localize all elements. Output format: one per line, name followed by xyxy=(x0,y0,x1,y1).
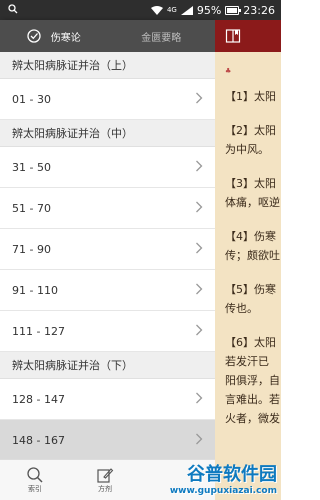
article-line: 【3】太阳 xyxy=(225,177,276,190)
reader-toolbar xyxy=(215,20,281,52)
chapter-range-label: 31 - 50 xyxy=(12,160,51,174)
article-line: 阳俱浮，自 xyxy=(225,374,280,387)
chevron-right-icon xyxy=(195,160,203,175)
chapter-range-label: 111 - 127 xyxy=(12,324,65,338)
clock: 23:26 xyxy=(243,3,275,17)
article-paragraph: 【1】太阳 xyxy=(225,87,281,106)
article-line: 【2】太阳 xyxy=(225,124,276,137)
article-paragraph: 【2】太阳为中风。 xyxy=(225,121,281,159)
nav-index[interactable]: 索引 xyxy=(0,460,70,500)
check-circle-icon xyxy=(27,29,41,43)
article-paragraph: 【4】伤寒传；颇欲吐 xyxy=(225,227,281,265)
reader-pane: ♣ 【1】太阳【2】太阳为中风。【3】太阳体痛，呕逆【4】伤寒传；颇欲吐【5】伤… xyxy=(215,20,281,500)
section-header: 辨太阳病脉证并治（下） xyxy=(0,352,215,379)
article-line: 传也。 xyxy=(225,302,258,315)
chapter-range-label: 51 - 70 xyxy=(12,201,51,215)
chevron-right-icon xyxy=(195,433,203,448)
article-line: 火者，微发 xyxy=(225,412,280,425)
watermark-logo: 谷普软件园 www.gupuxiazai.com xyxy=(141,460,281,500)
edit-icon xyxy=(97,468,114,483)
chapter-row[interactable]: 91 - 110 xyxy=(0,270,215,311)
status-bar: 4G 95% 23:26 xyxy=(0,0,281,20)
nav-label: 方剂 xyxy=(98,485,112,493)
article-line: 传；颇欲吐 xyxy=(225,249,280,262)
article-line: 为中风。 xyxy=(225,143,269,156)
chevron-right-icon xyxy=(195,242,203,257)
article-paragraph: 【6】太阳若发汗已阳俱浮，自言难出。若火者，微发 xyxy=(225,333,281,428)
article-line: 【5】伤寒 xyxy=(225,283,276,296)
chapter-row[interactable]: 31 - 50 xyxy=(0,147,215,188)
network-label: 4G xyxy=(166,6,177,14)
chapter-range-label: 128 - 147 xyxy=(12,392,65,406)
tab-label: 金匮要略 xyxy=(141,32,182,44)
chapter-row[interactable]: 128 - 147 xyxy=(0,379,215,420)
chapter-list[interactable]: 辨太阳病脉证并治（上） 01 - 30 辨太阳病脉证并治（中） 31 - 50 51 -… xyxy=(0,52,215,461)
article-line: 【1】太阳 xyxy=(225,90,276,103)
chapter-range-label: 148 - 167 xyxy=(12,433,65,447)
signal-icon xyxy=(180,5,193,15)
navigation-drawer: 伤寒论 金匮要略 辨太阳病脉证并治（上） 01 - 30 辨太阳病脉证并治（中） 31… xyxy=(0,20,215,500)
article-line: 言难出。若 xyxy=(225,393,280,406)
section-header: 辨太阳病脉证并治（上） xyxy=(0,52,215,79)
article-line: 【4】伤寒 xyxy=(225,230,276,243)
wifi-icon xyxy=(150,5,163,15)
chapter-row[interactable]: 01 - 30 xyxy=(0,79,215,120)
chevron-right-icon xyxy=(195,392,203,407)
ornament: ♣ xyxy=(225,67,232,75)
article-paragraph: 【5】伤寒传也。 xyxy=(225,280,281,318)
battery-percent: 95% xyxy=(196,3,222,17)
chevron-right-icon xyxy=(195,92,203,107)
book-tabs: 伤寒论 金匮要略 xyxy=(0,20,215,52)
search-icon xyxy=(27,467,43,483)
chapter-range-label: 01 - 30 xyxy=(12,92,51,106)
book-icon[interactable] xyxy=(225,28,241,44)
tab-label: 伤寒论 xyxy=(50,32,81,44)
article-line: 若发汗已 xyxy=(225,355,269,368)
chapter-row[interactable]: 51 - 70 xyxy=(0,188,215,229)
chapter-range-label: 71 - 90 xyxy=(12,242,51,256)
article-line: 体痛，呕逆 xyxy=(225,196,280,209)
chevron-right-icon xyxy=(195,324,203,339)
tab-shanghanlun[interactable]: 伤寒论 xyxy=(0,20,108,52)
nav-label: 索引 xyxy=(28,485,42,493)
chevron-right-icon xyxy=(195,201,203,216)
chapter-row[interactable]: 111 - 127 xyxy=(0,311,215,352)
reader-text: ♣ 【1】太阳【2】太阳为中风。【3】太阳体痛，呕逆【4】伤寒传；颇欲吐【5】伤… xyxy=(215,52,281,428)
tab-jinkuiyaolue[interactable]: 金匮要略 xyxy=(108,20,216,52)
watermark-title: 谷普软件园 xyxy=(187,464,277,485)
battery-icon xyxy=(225,5,242,15)
chapter-row[interactable]: 148 - 167 xyxy=(0,420,215,461)
chapter-row[interactable]: 71 - 90 xyxy=(0,229,215,270)
nav-prescriptions[interactable]: 方剂 xyxy=(70,460,140,500)
chevron-right-icon xyxy=(195,283,203,298)
section-header: 辨太阳病脉证并治（中） xyxy=(0,120,215,147)
watermark-url: www.gupuxiazai.com xyxy=(169,486,277,496)
chapter-range-label: 91 - 110 xyxy=(12,283,58,297)
article-line: 【6】太阳 xyxy=(225,336,276,349)
search-status-icon xyxy=(0,3,151,17)
article-paragraph: 【3】太阳体痛，呕逆 xyxy=(225,174,281,212)
